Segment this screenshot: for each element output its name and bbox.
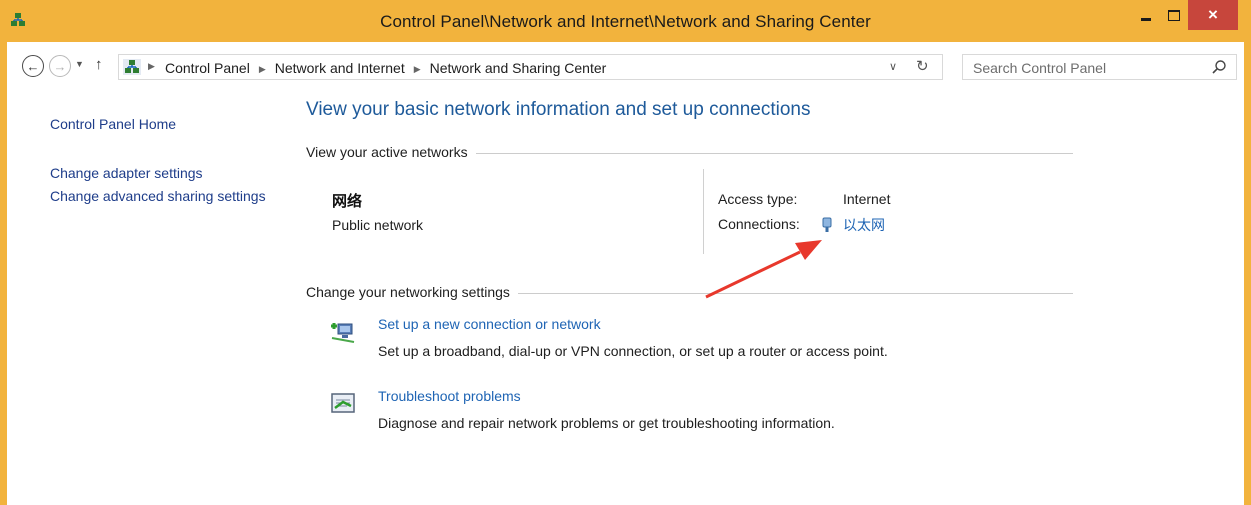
recent-locations-button[interactable]: ▼ [75,59,84,69]
network-name: 网络 [332,193,363,210]
sidebar-item-change-adapter-settings[interactable]: Change adapter settings [50,164,270,183]
breadcrumb-chevron-icon[interactable]: ▶ [259,64,266,74]
vertical-divider [703,169,704,254]
maximize-button[interactable] [1160,0,1188,30]
new-connection-icon [331,323,355,343]
close-button[interactable]: × [1188,0,1238,30]
sidebar-item-change-advanced-sharing-settings[interactable]: Change advanced sharing settings [50,187,270,206]
breadcrumb-network-and-internet[interactable]: Network and Internet [275,60,405,76]
access-type-label: Access type: [718,191,798,207]
title-bar[interactable]: Control Panel\Network and Internet\Netwo… [0,0,1251,42]
troubleshoot-link[interactable]: Troubleshoot problems [378,388,521,404]
setup-connection-description: Set up a broadband, dial-up or VPN conne… [378,343,888,359]
chevron-down-icon: ▼ [75,59,84,69]
sidebar: Control Panel Home Change adapter settin… [50,112,270,206]
window-title: Control Panel\Network and Internet\Netwo… [380,12,871,31]
navigation-bar: ← → ▼ ↑ ▶ Control Panel ▶ Network and Inte… [7,42,1244,94]
breadcrumb-control-panel[interactable]: Control Panel [165,60,250,76]
breadcrumb-network-and-sharing-center[interactable]: Network and Sharing Center [430,60,607,76]
main-content: View your basic network information and … [306,96,1076,431]
close-icon: × [1208,5,1218,24]
divider [475,152,1073,154]
up-arrow-icon: ↑ [95,56,103,73]
maximize-icon [1168,9,1180,21]
active-networks-header: View your active networks [306,144,1073,160]
search-box[interactable] [962,54,1237,80]
search-input[interactable] [971,58,1195,78]
minimize-icon [1141,17,1151,21]
address-history-dropdown[interactable]: ∨ [889,60,897,73]
breadcrumb-chevron-icon[interactable]: ▶ [148,61,155,72]
active-networks-label: View your active networks [306,144,468,160]
refresh-icon[interactable]: ↻ [916,57,929,75]
forward-button[interactable]: → [49,55,71,77]
connection-name[interactable]: 以太网 [843,215,885,235]
breadcrumb: Control Panel ▶ Network and Internet ▶ Netwo… [165,60,606,76]
minimize-button[interactable] [1132,0,1160,30]
connection-link[interactable]: 以太网 [821,215,885,235]
breadcrumb-chevron-icon[interactable]: ▶ [414,64,421,74]
address-bar[interactable]: ▶ Control Panel ▶ Network and Internet ▶ Net… [118,54,943,80]
network-profile-type: Public network [332,217,424,233]
setup-connection-link[interactable]: Set up a new connection or network [378,316,601,332]
back-button[interactable]: ← [22,55,44,77]
troubleshoot-icon [331,393,355,413]
divider [517,292,1073,294]
up-button[interactable]: ↑ [95,56,103,73]
networking-settings-label: Change your networking settings [306,284,510,300]
page-title: View your basic network information and … [306,99,811,120]
access-type-value: Internet [843,191,891,207]
sidebar-item-control-panel-home[interactable]: Control Panel Home [50,115,270,134]
ethernet-icon [822,217,832,232]
back-arrow-icon: ← [26,58,40,74]
networking-settings-header: Change your networking settings [306,284,1073,300]
troubleshoot-description: Diagnose and repair network problems or … [378,415,835,431]
connections-label: Connections: [718,216,800,232]
forward-arrow-icon: → [53,58,67,74]
search-icon[interactable] [1211,59,1227,75]
control-panel-icon [123,59,141,75]
